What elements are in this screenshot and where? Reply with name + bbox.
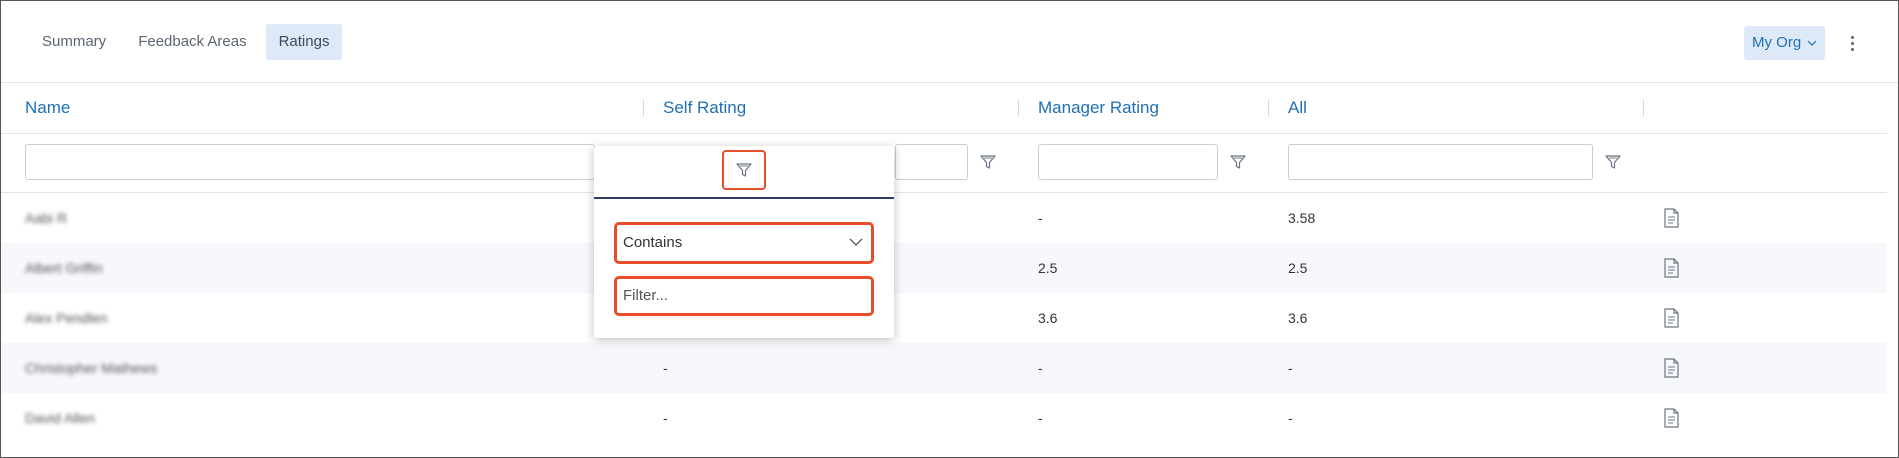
cell-manager-rating: - — [1038, 360, 1043, 376]
chevron-down-icon — [1807, 40, 1817, 46]
tab-ratings[interactable]: Ratings — [265, 24, 343, 60]
org-selector[interactable]: My Org — [1744, 26, 1826, 60]
cell-self-rating: - — [663, 360, 668, 376]
column-divider[interactable] — [1018, 100, 1019, 116]
document-icon[interactable] — [1663, 408, 1680, 428]
manager-rating-filter-icon[interactable] — [1229, 153, 1247, 171]
column-header-self-rating[interactable]: Self Rating — [663, 83, 746, 133]
cell-self-rating: - — [663, 410, 668, 426]
cell-manager-rating: 2.5 — [1038, 260, 1058, 276]
cell-manager-rating: 3.6 — [1038, 310, 1058, 326]
table-row[interactable]: Albert Griffin 2.5 2.5 — [1, 243, 1887, 293]
column-header-all[interactable]: All — [1288, 83, 1307, 133]
table-header: Name Self Rating Manager Rating All — [1, 83, 1887, 134]
column-header-manager-rating[interactable]: Manager Rating — [1038, 83, 1159, 133]
tab-summary[interactable]: Summary — [29, 24, 119, 60]
cell-name: Albert Griffin — [25, 260, 103, 276]
cell-all: 3.58 — [1288, 210, 1316, 226]
chevron-down-icon — [849, 238, 863, 246]
manager-rating-filter-input[interactable] — [1038, 144, 1218, 180]
cell-all: - — [1288, 410, 1293, 426]
cell-name: David Allen — [25, 410, 96, 426]
table-row[interactable]: Alex Pendlen 3.6 3.6 — [1, 293, 1887, 343]
cell-manager-rating: - — [1038, 210, 1043, 226]
filter-tab[interactable] — [722, 150, 766, 190]
tab-feedback-areas[interactable]: Feedback Areas — [125, 24, 259, 60]
filter-row — [1, 134, 1887, 193]
self-rating-filter-icon[interactable] — [979, 153, 997, 171]
name-filter-input[interactable] — [25, 144, 595, 180]
toolbar: Summary Feedback Areas Ratings My Org — [1, 1, 1898, 83]
filter-icon — [736, 163, 752, 177]
all-filter-input[interactable] — [1288, 144, 1593, 180]
cell-all: 3.6 — [1288, 310, 1308, 326]
column-divider[interactable] — [643, 100, 644, 116]
filter-operator-select[interactable]: Contains — [614, 222, 874, 264]
cell-all: 2.5 — [1288, 260, 1308, 276]
all-filter-icon[interactable] — [1604, 153, 1622, 171]
cell-all: - — [1288, 360, 1293, 376]
cell-name: Alex Pendlen — [25, 310, 108, 326]
column-header-name[interactable]: Name — [25, 83, 70, 133]
column-divider[interactable] — [1268, 100, 1269, 116]
document-icon[interactable] — [1663, 358, 1680, 378]
more-options-icon[interactable] — [1845, 31, 1859, 55]
cell-name: Aabi R — [25, 210, 68, 226]
document-icon[interactable] — [1663, 308, 1680, 328]
filter-popup-tabbar — [594, 146, 894, 199]
document-icon[interactable] — [1663, 208, 1680, 228]
column-divider[interactable] — [1643, 100, 1644, 116]
filter-operator-value: Contains — [623, 234, 683, 251]
org-selector-label: My Org — [1752, 34, 1802, 51]
filter-value-input[interactable]: Filter... — [614, 276, 874, 316]
self-rating-filter-input[interactable] — [895, 144, 968, 180]
tab-bar: Summary Feedback Areas Ratings — [29, 24, 343, 60]
column-filter-popup: Contains Filter... — [594, 146, 894, 338]
table-row[interactable]: Aabi R - 3.58 — [1, 193, 1887, 243]
document-icon[interactable] — [1663, 258, 1680, 278]
filter-value-placeholder: Filter... — [623, 287, 669, 304]
cell-name: Christopher Mathews — [25, 360, 158, 376]
cell-manager-rating: - — [1038, 410, 1043, 426]
table-row[interactable]: David Allen - - - — [1, 393, 1887, 443]
table-row[interactable]: Christopher Mathews - - - — [1, 343, 1887, 393]
